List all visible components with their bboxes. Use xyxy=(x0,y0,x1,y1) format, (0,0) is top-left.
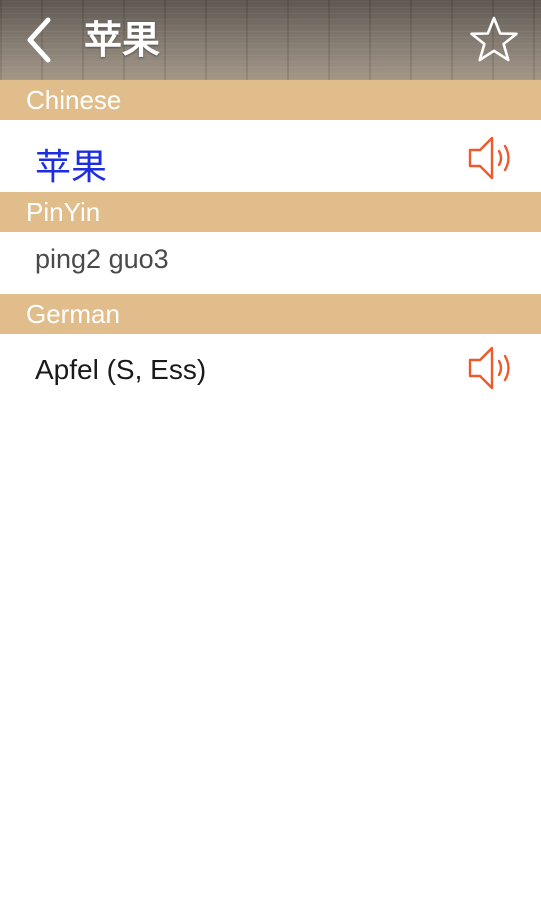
pinyin-row: ping2 guo3 xyxy=(0,232,541,294)
section-header-pinyin: PinYin xyxy=(0,192,541,232)
page-title: 苹果 xyxy=(84,18,161,62)
section-header-chinese: Chinese xyxy=(0,80,541,120)
favorite-button[interactable] xyxy=(468,14,520,66)
section-header-german: German xyxy=(0,294,541,334)
back-button[interactable] xyxy=(18,14,62,66)
chevron-left-icon xyxy=(27,17,51,63)
german-row: Apfel (S, Ess) xyxy=(0,334,541,410)
word-detail-screen: 苹果 Chinese 苹果 PinYin ping2 guo3 German A… xyxy=(0,0,541,900)
pinyin-text: ping2 guo3 xyxy=(35,244,169,274)
star-outline-icon xyxy=(470,16,518,62)
chinese-word: 苹果 xyxy=(35,147,108,188)
chinese-row: 苹果 xyxy=(0,120,541,192)
german-translation: Apfel (S, Ess) xyxy=(35,354,207,385)
play-german-audio-button[interactable] xyxy=(466,344,516,392)
play-chinese-audio-button[interactable] xyxy=(466,134,516,182)
speaker-icon xyxy=(468,346,510,390)
speaker-icon xyxy=(468,136,510,180)
navigation-bar: 苹果 xyxy=(0,0,541,80)
